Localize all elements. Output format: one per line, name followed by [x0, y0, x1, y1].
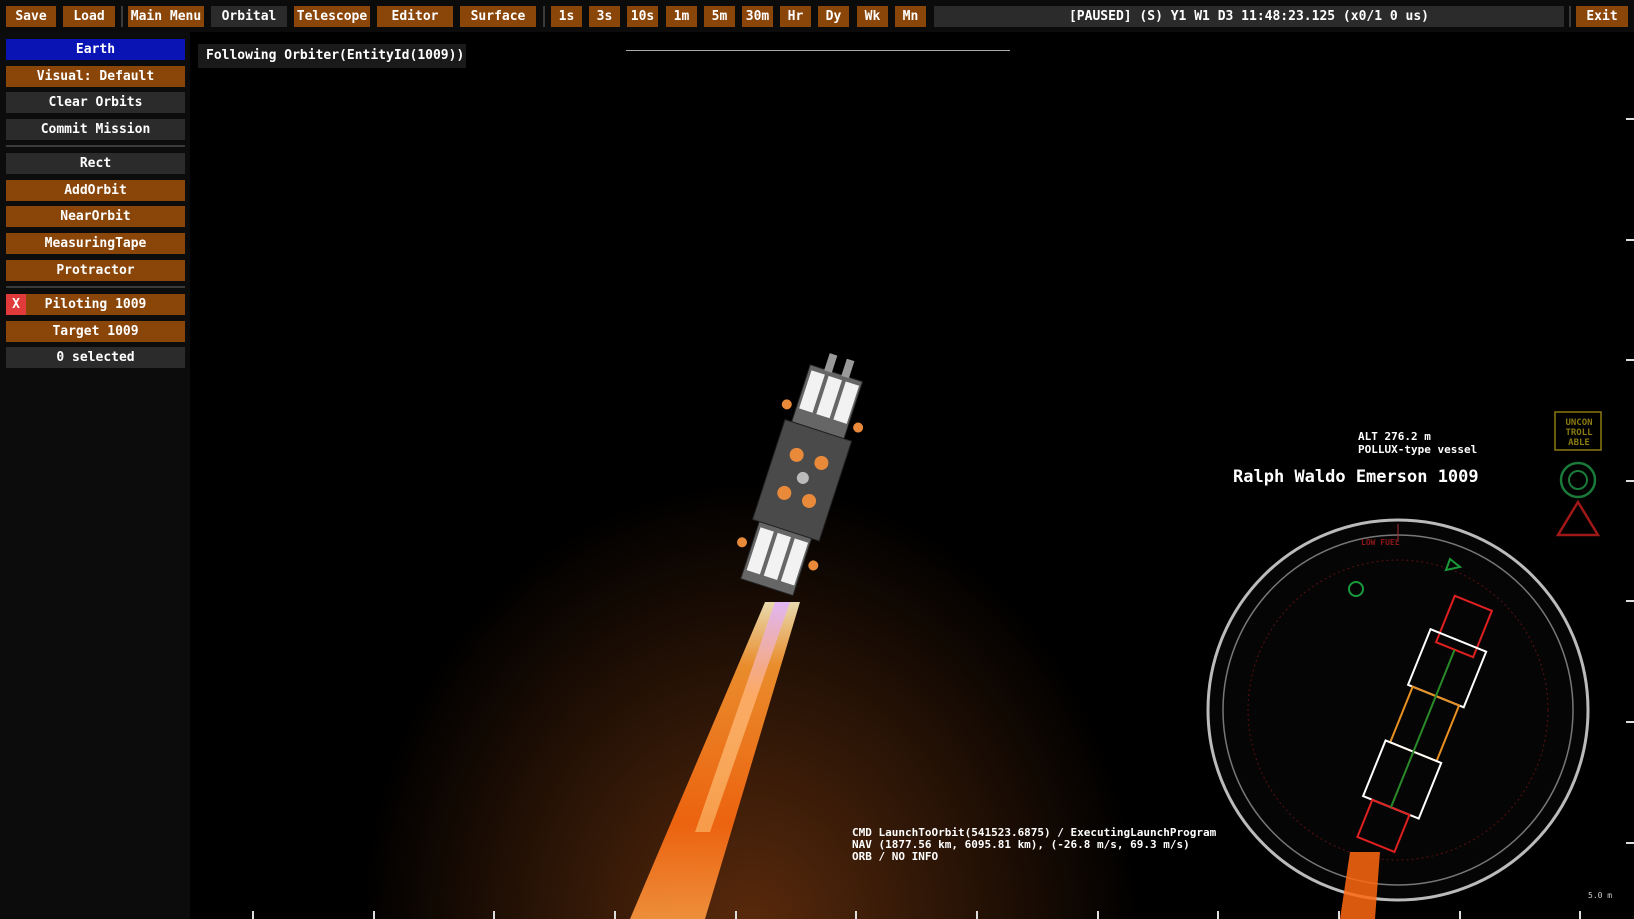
visual-mode-button[interactable]: Visual: Default — [6, 66, 185, 87]
protractor-button[interactable]: Protractor — [6, 260, 185, 281]
time-step-5m-button[interactable]: 5m — [704, 6, 735, 27]
ruler-tick — [1217, 911, 1219, 919]
clear-orbits-button[interactable]: Clear Orbits — [6, 92, 185, 113]
save-button[interactable]: Save — [6, 6, 56, 27]
ruler-tick — [1459, 911, 1461, 919]
ruler-tick — [1097, 911, 1099, 919]
time-step-30m-button[interactable]: 30m — [742, 6, 773, 27]
toolbar-separator — [1569, 6, 1571, 27]
target-button[interactable]: Target 1009 — [6, 321, 185, 342]
piloting-button[interactable]: Piloting 1009 — [6, 294, 185, 315]
telescope-button[interactable]: Telescope — [294, 6, 370, 27]
ruler-tick — [1626, 480, 1634, 482]
surface-button[interactable]: Surface — [460, 6, 536, 27]
ruler-tick — [373, 911, 375, 919]
low-fuel-warning: LOW FUEL — [1361, 538, 1400, 547]
orbit-readout: ORB / NO INFO — [852, 850, 939, 863]
ruler-tick — [1626, 118, 1634, 120]
load-button[interactable]: Load — [63, 6, 115, 27]
time-step-week-button[interactable]: Wk — [857, 6, 888, 27]
ruler-tick — [1579, 911, 1581, 919]
ruler-tick — [976, 911, 978, 919]
time-step-1s-button[interactable]: 1s — [551, 6, 582, 27]
ruler-tick — [614, 911, 616, 919]
ruler-tick — [1626, 721, 1634, 723]
toolbar-separator — [543, 6, 545, 27]
ruler-tick — [1626, 842, 1634, 844]
ruler-tick — [735, 911, 737, 919]
time-step-10s-button[interactable]: 10s — [627, 6, 658, 27]
time-step-day-button[interactable]: Dy — [818, 6, 849, 27]
body-selector-button[interactable]: Earth — [6, 39, 185, 60]
ruler-tick — [855, 911, 857, 919]
ruler-tick — [1626, 359, 1634, 361]
left-sidebar: Earth Visual: Default Clear Orbits Commi… — [0, 32, 190, 919]
vessel-type-label: POLLUX-type vessel — [1358, 443, 1478, 456]
toolbar-separator — [121, 6, 123, 27]
sidebar-divider — [6, 286, 185, 288]
editor-button[interactable]: Editor — [377, 6, 453, 27]
exit-button[interactable]: Exit — [1576, 6, 1628, 27]
time-step-month-button[interactable]: Mn — [895, 6, 926, 27]
stop-piloting-button[interactable]: X — [6, 294, 26, 315]
simulation-status: [PAUSED] (S) Y1 W1 D3 11:48:23.125 (x0/1… — [934, 6, 1564, 27]
add-orbit-button[interactable]: AddOrbit — [6, 180, 185, 201]
sidebar-divider — [6, 145, 185, 147]
rect-tool-button[interactable]: Rect — [6, 153, 185, 174]
following-label: Following Orbiter(EntityId(1009)) — [198, 44, 466, 68]
rocket-vessel[interactable] — [726, 344, 882, 600]
exhaust-plume — [630, 602, 800, 919]
orbital-button[interactable]: Orbital — [211, 6, 287, 27]
ruler-tick — [1626, 600, 1634, 602]
scale-label: 5.0 m — [1588, 891, 1613, 900]
time-step-3s-button[interactable]: 3s — [589, 6, 620, 27]
main-menu-button[interactable]: Main Menu — [128, 6, 204, 27]
time-step-hour-button[interactable]: Hr — [780, 6, 811, 27]
uncontrollable-warning: UNCON TROLL ABLE — [1565, 418, 1593, 448]
altitude-readout: ALT 276.2 m — [1358, 430, 1431, 443]
commit-mission-button[interactable]: Commit Mission — [6, 119, 185, 140]
top-toolbar: Save Load Main Menu Orbital Telescope Ed… — [0, 0, 1634, 32]
time-step-1m-button[interactable]: 1m — [666, 6, 697, 27]
measuring-tape-button[interactable]: MeasuringTape — [6, 233, 185, 254]
near-orbit-button[interactable]: NearOrbit — [6, 206, 185, 227]
vessel-radar[interactable] — [1206, 518, 1590, 919]
vessel-name-label: Ralph Waldo Emerson 1009 — [1233, 467, 1479, 487]
ruler-tick — [1626, 239, 1634, 241]
ruler-tick — [1338, 911, 1340, 919]
ruler-tick — [493, 911, 495, 919]
scale-ruler — [626, 50, 1010, 51]
selection-count: 0 selected — [6, 347, 185, 368]
ruler-tick — [252, 911, 254, 919]
